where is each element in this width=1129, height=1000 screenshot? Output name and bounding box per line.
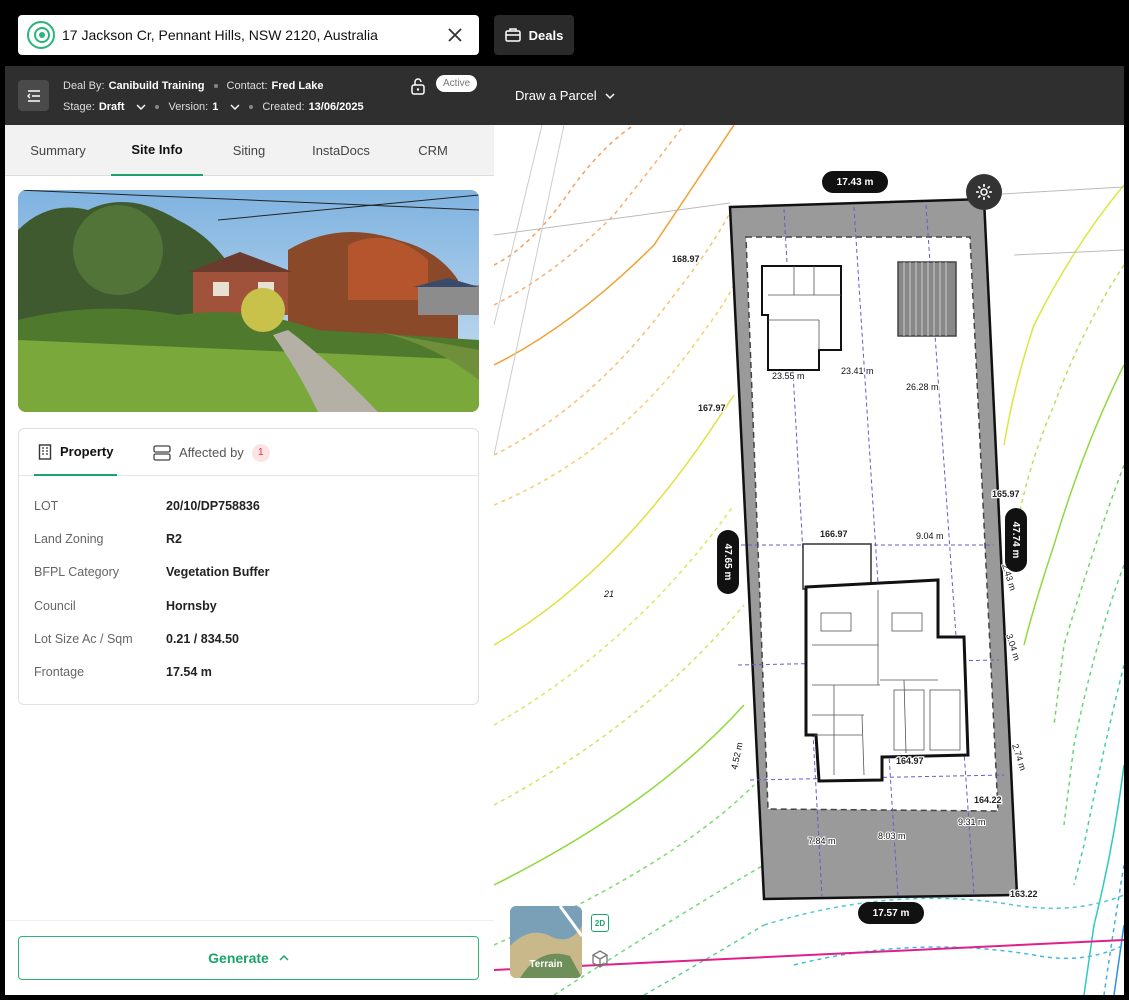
street-view-photo: [18, 190, 479, 412]
building-icon: [38, 443, 52, 460]
affected-count-badge: 1: [251, 443, 270, 462]
contour-label: 166.97: [820, 529, 848, 539]
property-key: Land Zoning: [34, 532, 104, 546]
tab-property-label: Property: [60, 444, 114, 459]
canibuild-logo-icon: [27, 21, 55, 49]
close-icon[interactable]: [445, 25, 465, 45]
address-search[interactable]: 17 Jackson Cr, Pennant Hills, NSW 2120, …: [18, 15, 479, 55]
tab-site-info[interactable]: Site Info: [111, 125, 203, 176]
property-row: Council Hornsby: [34, 599, 217, 613]
tab-crm[interactable]: CRM: [387, 125, 479, 176]
lot-number-label: 21: [603, 589, 614, 599]
property-key: LOT: [34, 499, 59, 513]
dimension-right: 47.74 m: [1005, 508, 1027, 572]
contour-label: 165.97: [992, 489, 1020, 499]
tab-siting[interactable]: Siting: [203, 125, 295, 176]
layers-icon: [153, 444, 171, 461]
property-value: R2: [166, 532, 182, 546]
chevron-up-icon: [279, 954, 289, 961]
tab-property[interactable]: Property: [34, 429, 118, 476]
stage-value[interactable]: Draft: [99, 101, 125, 113]
dimension-left: 47.65 m: [717, 530, 739, 594]
contour-label: 163.22: [1010, 889, 1038, 899]
contour-label: 164.97: [896, 756, 924, 766]
deal-by-label: Deal By:: [63, 80, 105, 92]
setback-label: 8.03 m: [878, 831, 906, 841]
contact-label: Contact:: [226, 80, 268, 92]
generate-button[interactable]: Generate: [18, 936, 479, 980]
footer: Generate: [5, 920, 494, 995]
map-toolbar: Draw a Parcel: [494, 66, 1124, 125]
dimension-top: 17.43 m: [822, 171, 888, 193]
property-value: 17.54 m: [166, 665, 212, 679]
property-value: 20/10/DP758836: [166, 499, 260, 513]
tab-instadocs[interactable]: InstaDocs: [295, 125, 387, 176]
property-row: Frontage 17.54 m: [34, 665, 212, 679]
version-value[interactable]: 1: [212, 101, 218, 113]
dimension-bottom: 17.57 m: [858, 902, 924, 924]
tab-bar: Summary Site Info Siting InstaDocs CRM: [5, 125, 494, 176]
setback-label: 9.31 m: [958, 817, 986, 827]
terrain-label: Terrain: [529, 959, 563, 970]
setback-label: 9.04 m: [916, 531, 944, 541]
view-2d-button[interactable]: 2D: [591, 914, 609, 932]
property-value: Hornsby: [166, 599, 217, 613]
left-panel: Deal By: Canibuild Training Contact: Fre…: [5, 66, 494, 995]
site-map[interactable]: Draw a Parcel 168.97 167.97 166.97 165.9…: [494, 66, 1124, 995]
tab-summary[interactable]: Summary: [5, 125, 111, 176]
contact-value[interactable]: Fred Lake: [272, 80, 324, 92]
property-row: Lot Size Ac / Sqm 0.21 / 834.50: [34, 632, 239, 646]
setback-label: 7.84 m: [808, 836, 836, 846]
gear-icon: [976, 184, 992, 200]
property-row: LOT 20/10/DP758836: [34, 499, 260, 513]
top-bar: 17 Jackson Cr, Pennant Hills, NSW 2120, …: [0, 0, 1129, 66]
property-key: Lot Size Ac / Sqm: [34, 632, 133, 646]
collapse-menu-button[interactable]: [18, 80, 49, 111]
deal-header: Deal By: Canibuild Training Contact: Fre…: [5, 66, 494, 125]
created-label: Created:: [262, 101, 305, 113]
chevron-down-icon[interactable]: [230, 103, 240, 111]
unlock-icon[interactable]: [409, 77, 427, 95]
deals-label: Deals: [528, 27, 564, 43]
contour-label: 168.97: [672, 254, 700, 264]
menu-collapse-icon: [26, 89, 40, 102]
property-key: Council: [34, 599, 76, 613]
property-value: 0.21 / 834.50: [166, 632, 239, 646]
stage-label: Stage:: [63, 101, 95, 113]
status-badge: Active: [436, 75, 478, 92]
address-text[interactable]: 17 Jackson Cr, Pennant Hills, NSW 2120, …: [62, 27, 445, 43]
property-row: BFPL Category Vegetation Buffer: [34, 565, 270, 579]
property-key: BFPL Category: [34, 565, 119, 579]
version-label: Version:: [168, 101, 209, 113]
deals-button[interactable]: Deals: [494, 15, 574, 55]
contour-label: 164.22: [974, 795, 1002, 805]
deal-info-line: Deal By: Canibuild Training Contact: Fre…: [63, 80, 323, 92]
settings-button[interactable]: [966, 174, 1002, 210]
tab-affected-by-label: Affected by: [179, 445, 244, 460]
property-row: Land Zoning R2: [34, 532, 182, 546]
setback-label: 26.28 m: [906, 382, 939, 392]
deal-meta-line: Stage: Draft Version: 1 Created: 13/06/2…: [63, 101, 364, 113]
contour-label: 167.97: [698, 403, 726, 413]
setback-label: 23.41 m: [841, 366, 874, 376]
draw-parcel-dropdown[interactable]: Draw a Parcel: [515, 88, 615, 103]
site-plan-canvas[interactable]: 168.97 167.97 166.97 165.97 164.97 164.2…: [494, 125, 1124, 995]
property-key: Frontage: [34, 665, 85, 679]
property-tabs: Property Affected by 1: [19, 429, 478, 476]
terrain-toggle[interactable]: Terrain: [510, 906, 582, 978]
generate-label: Generate: [208, 950, 269, 966]
setback-label: 23.55 m: [772, 371, 805, 381]
cube-3d-icon[interactable]: [590, 949, 610, 969]
tab-affected-by[interactable]: Affected by 1: [153, 429, 270, 476]
property-card: Property Affected by 1 LOT 20/10/DP758836…: [18, 428, 479, 705]
chevron-down-icon[interactable]: [136, 103, 146, 111]
created-value: 13/06/2025: [308, 101, 364, 113]
briefcase-icon: [504, 28, 521, 42]
deal-by-value: Canibuild Training: [108, 80, 205, 92]
draw-parcel-label: Draw a Parcel: [515, 88, 597, 103]
chevron-down-icon: [605, 92, 615, 99]
property-value: Vegetation Buffer: [166, 565, 270, 579]
